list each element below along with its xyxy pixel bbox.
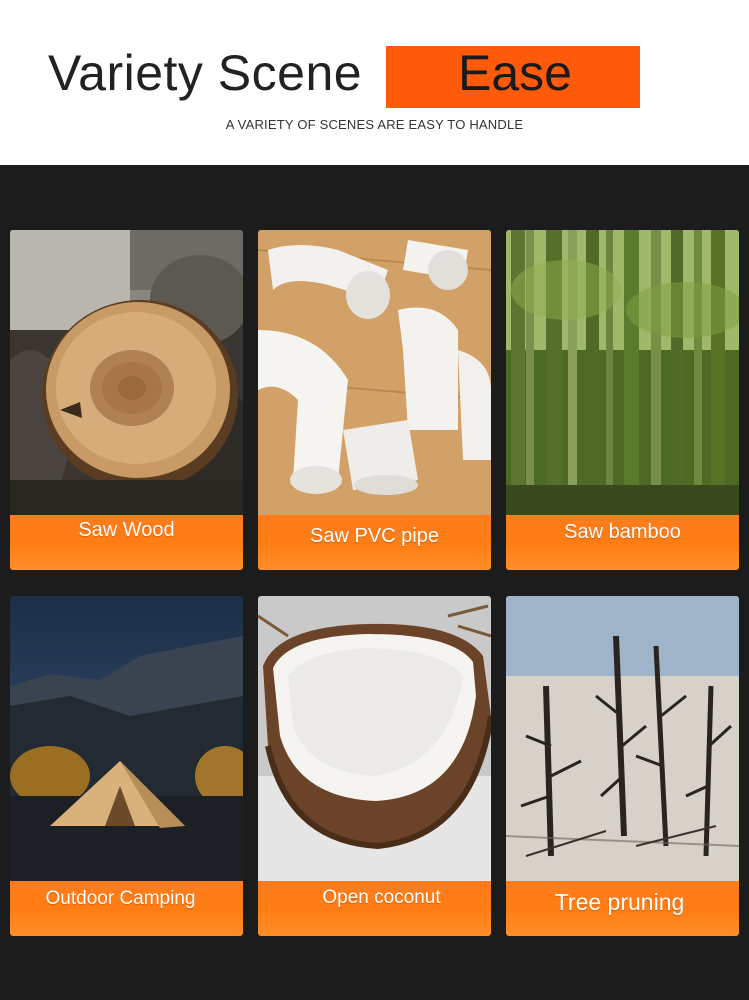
page-subtitle: A VARIETY OF SCENES ARE EASY TO HANDLE xyxy=(225,117,524,132)
coconut-photo xyxy=(258,596,491,881)
scene-card-saw-pvc-pipe: Saw PVC pipe xyxy=(258,230,491,570)
title-highlight-box: Ease xyxy=(386,45,640,108)
dead-tree-photo xyxy=(506,596,739,881)
camping-photo xyxy=(10,596,243,881)
wood-log-photo xyxy=(10,230,243,515)
pvc-pipe-photo xyxy=(258,230,491,515)
scene-label: Saw PVC pipe xyxy=(310,525,439,547)
scene-label: Saw Wood xyxy=(78,519,175,541)
label-bar: Saw bamboo xyxy=(506,515,739,570)
label-bar: Saw PVC pipe xyxy=(258,515,491,570)
scene-card-outdoor-camping: Outdoor Camping xyxy=(10,596,243,936)
label-bar: Tree pruning xyxy=(506,881,739,936)
page-title: Variety Scene xyxy=(48,45,363,101)
scene-label: Outdoor Camping xyxy=(45,888,196,909)
header: Variety Scene Ease A VARIETY OF SCENES A… xyxy=(0,0,749,165)
bamboo-photo xyxy=(506,230,739,515)
scene-label: Saw bamboo xyxy=(564,521,681,543)
scene-label: Tree pruning xyxy=(554,889,685,915)
label-bar: Saw Wood xyxy=(10,515,243,570)
scene-label: Open coconut xyxy=(322,887,441,908)
scene-card-saw-bamboo: Saw bamboo xyxy=(506,230,739,570)
scene-card-open-coconut: Open coconut xyxy=(258,596,491,936)
scene-card-saw-wood: Saw Wood xyxy=(10,230,243,570)
label-bar: Outdoor Camping xyxy=(10,881,243,936)
label-bar: Open coconut xyxy=(258,881,491,936)
scene-card-tree-pruning: Tree pruning xyxy=(506,596,739,936)
title-highlight: Ease xyxy=(458,45,572,101)
